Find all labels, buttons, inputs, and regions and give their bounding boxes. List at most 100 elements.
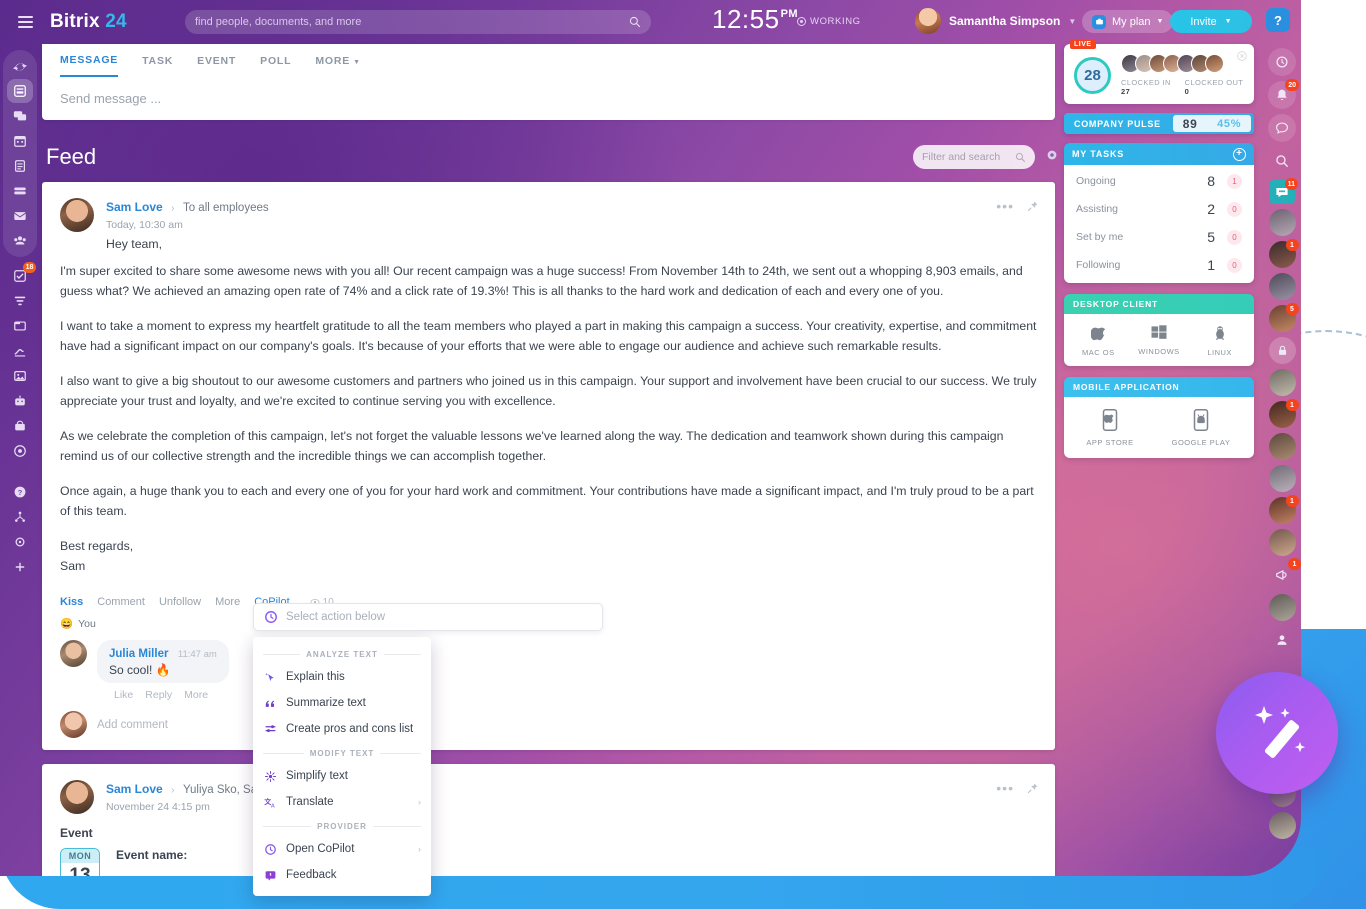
comment-action-reply[interactable]: Reply xyxy=(145,689,172,701)
avatar[interactable] xyxy=(1268,433,1296,460)
tab-task[interactable]: TASK xyxy=(142,55,173,76)
avatar[interactable] xyxy=(1268,465,1296,492)
avatar[interactable] xyxy=(1268,812,1296,839)
download-linux[interactable]: LINUX xyxy=(1191,324,1249,357)
copilot-action-input[interactable]: Select action below xyxy=(253,603,603,631)
download-windows[interactable]: WINDOWS xyxy=(1130,324,1188,357)
app-logo[interactable]: Bitrix 24 xyxy=(50,11,127,33)
tab-more[interactable]: MORE ▼ xyxy=(315,55,360,76)
comment-author[interactable]: Julia Miller xyxy=(109,648,168,660)
avatar[interactable] xyxy=(60,198,94,232)
download-app-store[interactable]: APP STORE xyxy=(1074,409,1146,447)
person-icon[interactable] xyxy=(1268,626,1296,654)
sidebar-item-sites[interactable] xyxy=(5,313,35,338)
sidebar-item-crm[interactable] xyxy=(5,288,35,313)
announcement-megaphone-icon[interactable]: 1 xyxy=(1268,558,1301,589)
sidebar-item-mail[interactable] xyxy=(5,203,35,228)
menu-item-summarize-text[interactable]: Summarize text xyxy=(253,690,431,716)
badge: 5 xyxy=(1285,303,1299,315)
avatar[interactable] xyxy=(60,780,94,814)
copilot-magic-wand-button[interactable] xyxy=(1216,672,1338,794)
sidebar-item-feed[interactable] xyxy=(7,79,33,103)
sidebar-item-help[interactable]: ? xyxy=(5,479,35,504)
sidebar-item-add[interactable] xyxy=(5,554,35,579)
notifications-icon[interactable]: 20 xyxy=(1268,79,1299,109)
sidebar-item-calendar[interactable] xyxy=(5,128,35,153)
sidebar-item-drive[interactable] xyxy=(5,178,35,203)
avatar[interactable] xyxy=(60,640,87,667)
close-icon[interactable] xyxy=(1237,51,1247,61)
menu-item-feedback[interactable]: Feedback xyxy=(253,862,431,888)
avatar[interactable] xyxy=(1268,594,1296,621)
avatar[interactable]: 1 xyxy=(1268,399,1299,428)
sidebar-item-chat[interactable] xyxy=(5,103,35,128)
lock-avatar[interactable] xyxy=(1268,337,1296,364)
composer-input[interactable]: Send message ... xyxy=(42,77,1055,106)
filter-search-input[interactable]: Filter and search xyxy=(913,145,1035,169)
sidebar-item-inventory[interactable] xyxy=(5,413,35,438)
post-more-menu-icon[interactable]: ••• xyxy=(996,780,1014,796)
company-pulse-bar[interactable]: COMPANY PULSE 89 45% xyxy=(1064,113,1254,134)
avatar[interactable] xyxy=(1268,369,1296,396)
task-row[interactable]: Assisting 2 0 xyxy=(1064,195,1254,223)
menu-item-explain-this[interactable]: Explain this xyxy=(253,664,431,690)
sidebar-item-tasks[interactable]: 18 xyxy=(5,262,36,288)
sidebar-item-automation[interactable] xyxy=(5,388,35,413)
pin-icon[interactable] xyxy=(1026,200,1039,213)
task-row[interactable]: Set by me 5 0 xyxy=(1064,223,1254,251)
post-recipient[interactable]: To all employees xyxy=(183,202,269,214)
avatar[interactable] xyxy=(1268,209,1296,236)
task-row[interactable]: Ongoing 8 1 xyxy=(1064,167,1254,195)
menu-item-simplify-text[interactable]: Simplify text xyxy=(253,763,431,789)
messages-icon[interactable] xyxy=(1268,114,1296,142)
avatar[interactable] xyxy=(1268,273,1296,300)
sidebar-item-groups[interactable] xyxy=(5,228,35,253)
my-tasks-header: MY TASKS + xyxy=(1064,143,1254,165)
add-comment-input[interactable]: Add comment xyxy=(97,719,1037,731)
sidebar-item-settings[interactable] xyxy=(5,529,35,554)
copilot-rail-icon[interactable] xyxy=(1268,48,1296,76)
pin-icon[interactable] xyxy=(1026,782,1039,795)
feed-settings-button[interactable] xyxy=(1045,148,1059,167)
download-google-play[interactable]: GOOGLE PLAY xyxy=(1158,409,1244,447)
sidebar-item-signing[interactable] xyxy=(5,338,35,363)
post-action-kiss[interactable]: Kiss xyxy=(60,596,83,608)
divider xyxy=(380,753,422,754)
team-chat-icon[interactable]: 11 xyxy=(1269,178,1298,204)
signoff-line-1: Best regards, xyxy=(60,539,134,553)
menu-item-translate[interactable]: 文A Translate › xyxy=(253,789,431,815)
post-toolbar: ••• xyxy=(996,780,1039,796)
sidebar-item-market[interactable] xyxy=(5,438,35,463)
menu-item-create-pros-and-cons-list[interactable]: Create pros and cons list xyxy=(253,716,431,742)
app-window: Bitrix 24 12:55 PM WORKING Samantha Simp… xyxy=(0,0,1301,876)
post-more-menu-icon[interactable]: ••• xyxy=(996,198,1014,214)
sidebar-item-activity-stream[interactable] xyxy=(5,54,35,79)
tab-poll[interactable]: POLL xyxy=(260,55,291,76)
tab-event[interactable]: EVENT xyxy=(197,55,236,76)
comment-action-more[interactable]: More xyxy=(184,689,208,701)
post-author[interactable]: Sam Love xyxy=(106,200,163,214)
task-row[interactable]: Following 1 0 xyxy=(1064,251,1254,279)
post-action-more[interactable]: More xyxy=(215,596,240,608)
post-action-unfollow[interactable]: Unfollow xyxy=(159,596,201,608)
avatar[interactable] xyxy=(1268,529,1296,556)
comment-action-like[interactable]: Like xyxy=(114,689,133,701)
tab-message[interactable]: MESSAGE xyxy=(60,54,119,77)
copilot-menu: ANALYZE TEXT Explain this Summarize text… xyxy=(253,637,431,896)
avatar[interactable]: 1 xyxy=(1268,239,1299,268)
sidebar-item-documents[interactable] xyxy=(5,153,35,178)
section-label: MODIFY TEXT xyxy=(309,749,375,758)
add-task-button[interactable]: + xyxy=(1233,147,1246,161)
download-mac-os[interactable]: MAC OS xyxy=(1069,324,1127,357)
sidebar-item-sitemap[interactable] xyxy=(5,504,35,529)
avatar-stack[interactable] xyxy=(1121,54,1244,73)
add-comment-row[interactable]: Add comment xyxy=(60,711,1037,738)
post-action-comment[interactable]: Comment xyxy=(97,596,145,608)
post-author[interactable]: Sam Love xyxy=(106,782,163,796)
avatar[interactable]: 1 xyxy=(1268,495,1299,524)
sidebar-item-marketing[interactable] xyxy=(5,363,35,388)
menu-toggle-icon[interactable] xyxy=(8,16,42,28)
avatar[interactable]: 5 xyxy=(1268,303,1299,332)
menu-item-open-copilot[interactable]: Open CoPilot › xyxy=(253,836,431,862)
search-icon[interactable] xyxy=(1268,147,1296,175)
